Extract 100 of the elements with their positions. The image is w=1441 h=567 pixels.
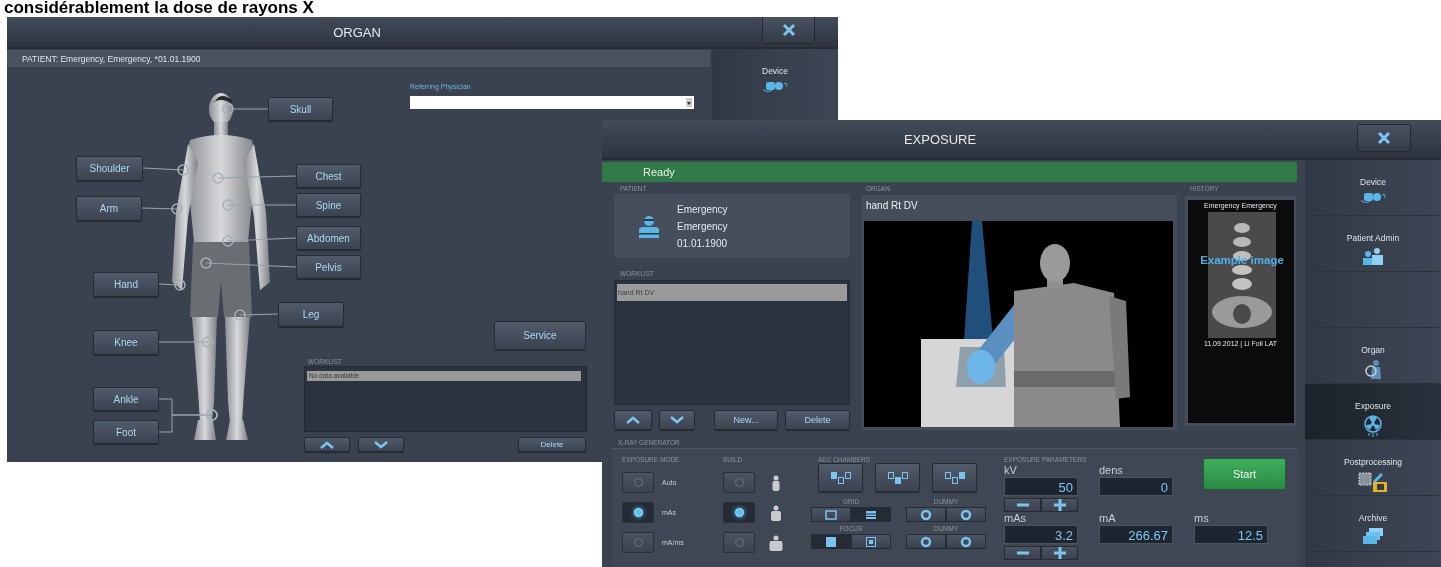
increase-button[interactable] — [1041, 546, 1078, 560]
ring-icon — [920, 508, 932, 521]
window-title: EXPOSURE — [902, 131, 978, 147]
body-part-button[interactable]: Arm — [76, 196, 142, 221]
grid-icon — [865, 509, 877, 520]
body-part-button[interactable]: Foot — [93, 420, 159, 444]
radio-button[interactable] — [622, 502, 654, 523]
parameter-label: ms — [1194, 512, 1210, 525]
plug-icon — [762, 80, 788, 92]
scroll-up-button[interactable] — [304, 437, 350, 452]
caption-text: considérablement la dose de rayons X — [4, 0, 314, 17]
dummy-button[interactable] — [906, 507, 946, 522]
toggle-button[interactable] — [851, 534, 891, 549]
aec-chamber-button[interactable] — [932, 463, 977, 492]
leader-line — [234, 309, 279, 321]
example-image-label: Example image — [1199, 254, 1285, 266]
increase-button[interactable] — [1041, 498, 1078, 512]
folders-icon — [1361, 527, 1385, 545]
leader-line — [158, 279, 186, 291]
radio-button[interactable] — [723, 532, 755, 553]
radio-button[interactable] — [723, 502, 755, 523]
parameter-field[interactable]: 50 — [1004, 477, 1078, 496]
leader-line — [158, 336, 214, 348]
patient-text: Emergency — [677, 202, 728, 216]
decrease-button[interactable] — [1004, 546, 1041, 560]
ring-icon — [960, 535, 972, 548]
plus-icon — [1053, 499, 1066, 511]
sidebar-item[interactable]: Patient Admin — [1305, 216, 1441, 272]
decrease-button[interactable] — [1004, 498, 1041, 512]
body-part-button[interactable]: Abdomen — [296, 226, 361, 250]
toggle-button[interactable] — [811, 507, 851, 522]
chamber-icon — [942, 470, 967, 485]
minus-icon — [1016, 551, 1029, 555]
parameter-label: mA — [1099, 512, 1117, 525]
scroll-down-button[interactable] — [358, 437, 404, 452]
leader-line — [142, 164, 189, 176]
close-button[interactable] — [1357, 124, 1411, 152]
body-part-button[interactable]: Pelvis — [296, 255, 361, 279]
body-part-button[interactable]: Skull — [268, 97, 333, 121]
dummy-button[interactable] — [946, 507, 986, 522]
scroll-down-button[interactable] — [659, 410, 695, 430]
aec-chamber-button[interactable] — [818, 463, 863, 492]
parameter-label: kV — [1004, 464, 1018, 477]
body-part-button[interactable]: Leg — [278, 302, 344, 327]
sidebar-item[interactable]: Postprocessing — [1305, 440, 1441, 496]
toggle-button[interactable] — [851, 507, 891, 522]
person-target-icon — [1363, 359, 1383, 379]
chevron-up-icon — [320, 440, 334, 449]
list-action-button[interactable]: Delete — [785, 410, 850, 430]
scroll-up-button[interactable] — [614, 410, 652, 430]
list-action-button[interactable]: New... — [714, 410, 778, 430]
image-edit-icon — [1357, 471, 1389, 493]
body-part-button[interactable]: Shoulder — [76, 156, 143, 181]
chevron-up-icon — [626, 416, 640, 424]
sidebar-item[interactable]: Archive — [1305, 496, 1441, 552]
window-title: ORGAN — [332, 24, 382, 40]
leader-line — [158, 409, 218, 433]
sidebar-item[interactable]: Device — [1305, 160, 1441, 216]
physician-field[interactable] — [410, 96, 694, 109]
parameter-field[interactable]: 0 — [1099, 477, 1173, 496]
minus-icon — [1016, 503, 1029, 507]
dropdown-icon — [686, 98, 692, 107]
start-button[interactable]: Start — [1203, 458, 1286, 490]
body-part-button[interactable]: Spine — [296, 193, 361, 217]
dummy-button[interactable] — [906, 534, 946, 549]
sidebar-item[interactable]: Device — [712, 49, 838, 92]
body-part-button[interactable]: Knee — [93, 330, 159, 355]
patient-text: PATIENT: Emergency, Emergency, *01.01.1900 — [21, 53, 201, 64]
person-icon — [769, 534, 783, 551]
parameter-field[interactable]: 12.5 — [1194, 525, 1268, 544]
chevron-down-icon — [670, 416, 684, 424]
sidebar-item[interactable]: Exposure — [1305, 384, 1441, 440]
radiation-icon — [1363, 415, 1383, 437]
patient-text: Emergency — [677, 219, 728, 233]
organ-name: hand Rt DV — [865, 199, 919, 213]
plus-icon — [1053, 547, 1066, 559]
square-icon — [825, 509, 837, 520]
parameter-field[interactable]: 3.2 — [1004, 525, 1078, 544]
body-part-button[interactable]: Chest — [296, 164, 361, 188]
aec-chamber-button[interactable] — [875, 463, 920, 492]
chamber-icon — [828, 470, 853, 485]
plug-icon — [1360, 191, 1386, 203]
delete-button[interactable]: Delete — [518, 437, 586, 452]
chamber-icon — [885, 470, 910, 485]
person-icon — [769, 504, 783, 521]
radio-button[interactable] — [622, 532, 654, 553]
chevron-down-icon — [374, 440, 388, 449]
body-part-button[interactable]: Ankle — [93, 387, 159, 411]
service-button[interactable]: Service — [494, 321, 586, 350]
parameter-label: dens — [1099, 464, 1124, 477]
radio-button[interactable] — [622, 472, 654, 493]
body-part-button[interactable]: Hand — [93, 272, 159, 297]
ring-icon — [920, 535, 932, 548]
toggle-button[interactable] — [811, 534, 851, 549]
radio-button[interactable] — [723, 472, 755, 493]
dummy-button[interactable] — [946, 534, 986, 549]
patient-icon — [637, 214, 661, 238]
close-button[interactable] — [762, 17, 815, 44]
parameter-field[interactable]: 266.67 — [1099, 525, 1173, 544]
close-icon — [1377, 131, 1391, 145]
